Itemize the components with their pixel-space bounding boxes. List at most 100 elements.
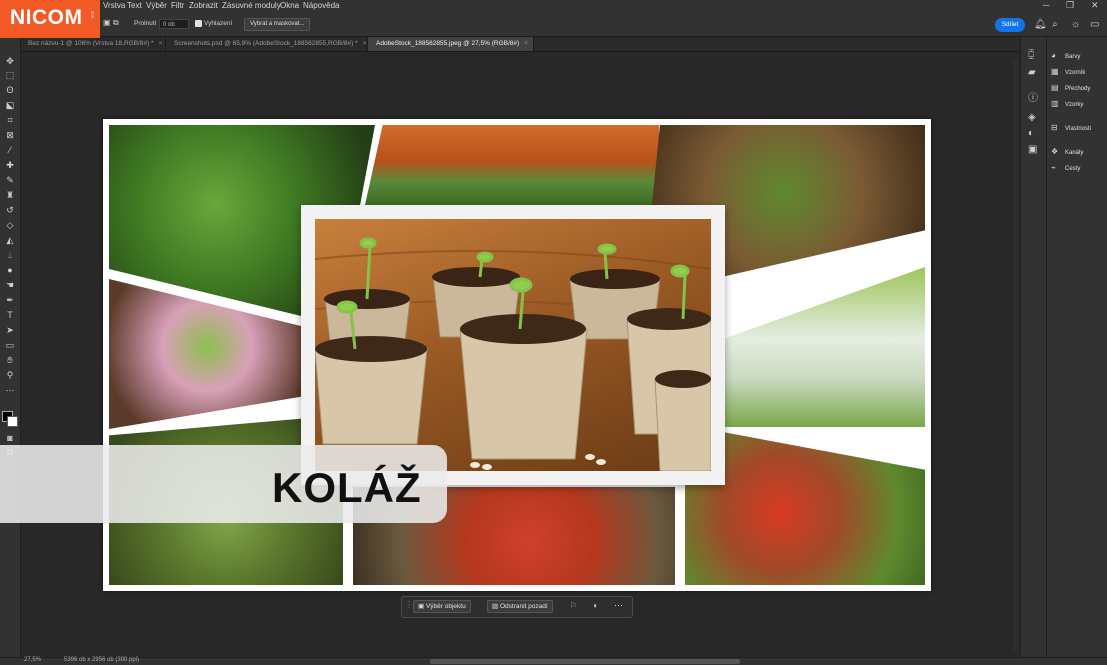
type-tool-icon[interactable]: T (4, 309, 16, 321)
tab-close-icon[interactable]: × (363, 40, 367, 47)
menu-window[interactable]: Okna (280, 1, 299, 10)
lasso-tool-icon[interactable]: ʘ (4, 84, 16, 96)
adjustment-icon[interactable]: ◑ (592, 601, 597, 610)
panel-gradients[interactable]: ▤ Přechody (1051, 83, 1090, 95)
menu-layer[interactable]: Vrstva (103, 1, 125, 10)
document-info[interactable]: 5396 ob x 2956 ob (300 ppi) (64, 657, 139, 663)
discover-icon[interactable]: ☼ (1071, 19, 1080, 30)
background-color-swatch[interactable] (7, 416, 18, 427)
tab-close-icon[interactable]: × (159, 40, 163, 47)
logo-suffix: a.s. (89, 11, 95, 20)
tools-panel: ✥ ⬚ ʘ ⬕ ⌗ ⊠ ⁄ ✚ ✎ ♜ ↺ ◇ ◭ 💧︎ ● ☚ ✒ T ➤ ▭… (0, 37, 21, 657)
menu-select[interactable]: Výběr (146, 1, 167, 10)
bell-icon[interactable]: 🔔︎ (1034, 19, 1047, 30)
seedlings-peat-pots-photo (315, 219, 711, 471)
panel-label: Vzorník (1065, 70, 1086, 76)
intersect-mode-icon[interactable]: ⧉ (113, 18, 119, 28)
tab-label: Screenshots.psd @ 65,9% (AdobeStock_1885… (174, 40, 358, 47)
marquee-tool-icon[interactable]: ⬚ (4, 69, 16, 81)
drag-handle-icon[interactable]: ⋮ (405, 600, 413, 609)
brand-logo: NICOM a.s. (0, 0, 100, 38)
maximize-icon[interactable]: ❐ (1066, 0, 1074, 11)
image-icon: ▨ (492, 603, 500, 610)
tab-adobestock[interactable]: AdobeStock_188562855.jpeg @ 27,5% (RGB/8… (368, 37, 534, 51)
smudge-tool-icon[interactable]: ☚ (4, 279, 16, 291)
tab-label: AdobeStock_188562855.jpeg @ 27,5% (RGB/8… (376, 40, 520, 47)
select-subject-button[interactable]: ▣ Výběr objektu (413, 600, 471, 613)
panel-color[interactable]: ◕ Barvy (1051, 51, 1080, 63)
search-icon[interactable]: ⌕ (1052, 19, 1058, 30)
feather-input[interactable]: 0 ob (159, 19, 189, 29)
panel-swatches[interactable]: ▦ Vzorník (1051, 67, 1085, 79)
more-tools-icon[interactable]: ⋯ (4, 384, 16, 396)
brush-tool-icon[interactable]: ✎ (4, 174, 16, 186)
blur-tool-icon[interactable]: 💧︎ (4, 249, 16, 261)
seedlings-illustration (315, 237, 711, 471)
zoom-tool-icon[interactable]: ⚲ (4, 369, 16, 381)
eyedropper-tool-icon[interactable]: ⁄ (4, 144, 16, 156)
select-subject-label: Výběr objektu (425, 603, 466, 610)
gradient-icon: ▤ (1051, 83, 1059, 92)
menu-plugins[interactable]: Zásuvné moduly (222, 1, 281, 10)
comments-panel-icon[interactable]: ▰ (1028, 67, 1036, 78)
menu-text[interactable]: Text (127, 1, 142, 10)
info-panel-icon[interactable]: ⓘ (1028, 89, 1038, 104)
zoom-level[interactable]: 27,5% (24, 657, 41, 663)
panel-dock: ⧮ ▰ ⓘ ◈ ◐ ▣ (1020, 37, 1047, 657)
share-button[interactable]: Sdílet (995, 18, 1025, 32)
crop-tool-icon[interactable]: ⌗ (4, 114, 16, 126)
panel-paths[interactable]: ⌁ Cesty (1051, 163, 1080, 175)
close-icon[interactable]: ✕ (1091, 0, 1099, 11)
panel-label: Vzorky (1065, 102, 1084, 108)
menu-help[interactable]: Nápověda (303, 1, 339, 10)
stamp-tool-icon[interactable]: ♜ (4, 189, 16, 201)
tab-screenshots[interactable]: Screenshots.psd @ 65,9% (AdobeStock_1885… (166, 37, 368, 51)
feather-label: Prolnutí (134, 20, 157, 27)
selection-mode-icon[interactable]: ▣ (103, 18, 111, 27)
panel-patterns[interactable]: ▥ Vzorky (1051, 99, 1083, 111)
remove-background-button[interactable]: ▨ Odstranit pozadí (487, 600, 553, 613)
tab-untitled[interactable]: Bez názvu-1 @ 106% (Vrstva 18,RGB/8#) * × (20, 37, 166, 51)
logo-text: NICOM (10, 6, 83, 29)
layers-panel-icon[interactable]: ◈ (1028, 112, 1036, 123)
paint-bucket-icon[interactable]: ◭ (4, 234, 16, 246)
color-wheel-icon: ◕ (1051, 51, 1056, 60)
carrots-photo (365, 125, 659, 205)
tab-close-icon[interactable]: × (524, 40, 528, 47)
workspace-icon[interactable]: ▭ (1090, 19, 1099, 30)
rectangle-tool-icon[interactable]: ▭ (4, 339, 16, 351)
more-options-icon[interactable]: ⋯ (614, 600, 623, 611)
menu-view[interactable]: Zobrazit (189, 1, 218, 10)
swatches-grid-icon: ▦ (1051, 67, 1059, 76)
paths-icon: ⌁ (1051, 163, 1056, 172)
vertical-scrollbar[interactable] (1013, 60, 1018, 650)
frame-tool-icon[interactable]: ⊠ (4, 129, 16, 141)
object-select-tool-icon[interactable]: ⬕ (4, 99, 16, 111)
adjustments-panel-icon[interactable]: ◐ (1028, 128, 1034, 139)
panel-properties[interactable]: ⊟ Vlastnosti (1051, 123, 1091, 135)
eraser-tool-icon[interactable]: ◇ (4, 219, 16, 231)
pen-tool-icon[interactable]: ✒ (4, 294, 16, 306)
antialias-checkbox[interactable] (195, 20, 202, 27)
panel-label: Cesty (1065, 166, 1081, 172)
panel-label: Kanály (1065, 150, 1084, 156)
quick-mask-icon[interactable]: ◙ (4, 432, 16, 444)
horizontal-scrollbar[interactable] (430, 659, 740, 664)
title-banner: KOLÁŽ (0, 445, 447, 523)
menu-bar: Vrstva Text Výběr Filtr Zobrazit Zásuvné… (0, 0, 1107, 14)
move-tool-icon[interactable]: ✥ (4, 55, 16, 67)
path-select-icon[interactable]: ➤ (4, 324, 16, 336)
dodge-tool-icon[interactable]: ● (4, 264, 16, 276)
panel-channels[interactable]: ❖ Kanály (1051, 147, 1083, 159)
overlay-title: KOLÁŽ (272, 464, 422, 511)
history-brush-icon[interactable]: ↺ (4, 204, 16, 216)
history-panel-icon[interactable]: ⧮ (1028, 49, 1034, 60)
libraries-panel-icon[interactable]: ▣ (1028, 144, 1037, 155)
select-and-mask-button[interactable]: Vybrat a maskovat... (244, 18, 311, 31)
document-tabs: Bez názvu-1 @ 106% (Vrstva 18,RGB/8#) * ×… (20, 37, 1020, 52)
minimize-icon[interactable]: ─ (1043, 0, 1049, 10)
hand-tool-icon[interactable]: ✋︎ (4, 354, 16, 366)
menu-filter[interactable]: Filtr (171, 1, 184, 10)
flag-icon[interactable]: ⚐ (570, 601, 577, 610)
healing-tool-icon[interactable]: ✚ (4, 159, 16, 171)
